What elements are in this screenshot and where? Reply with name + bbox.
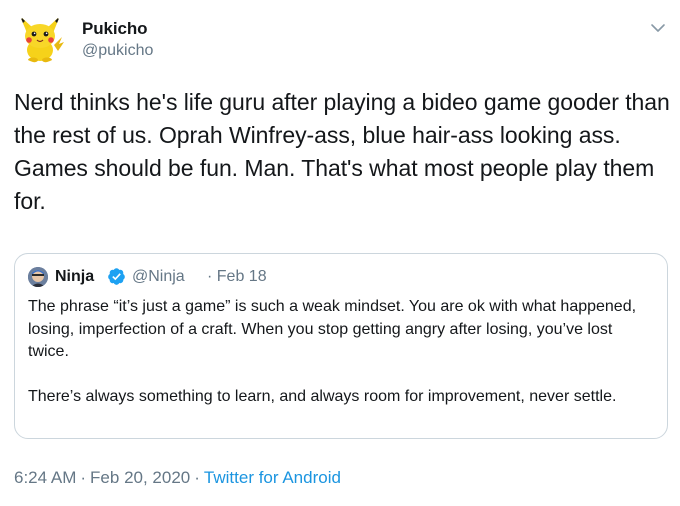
tweet-meta: 6:24 AM · Feb 20, 2020 · Twitter for Android	[14, 468, 341, 488]
tweet-source-link[interactable]: Twitter for Android	[204, 468, 341, 487]
quoted-author-avatar[interactable]	[28, 267, 48, 287]
quoted-tweet-paragraph: The phrase “it’s just a game” is such a …	[28, 298, 637, 360]
tweet-date[interactable]: Feb 20, 2020	[90, 468, 190, 487]
meta-separator: ·	[80, 468, 87, 487]
pikachu-avatar-icon	[14, 11, 66, 63]
tweet: Pukicho @pukicho Nerd thinks he's life g…	[0, 0, 680, 506]
tweet-text: Nerd thinks he's life guru after playing…	[14, 89, 670, 214]
quoted-author-display-name[interactable]: Ninja	[55, 268, 94, 286]
quoted-tweet[interactable]: Ninja @Ninja · Feb 18 The phrase “it’s j…	[14, 253, 668, 439]
tweet-time[interactable]: 6:24 AM	[14, 468, 76, 487]
quoted-tweet-paragraph: There’s always something to learn, and a…	[28, 387, 617, 405]
author-display-name[interactable]: Pukicho	[82, 19, 148, 39]
author-avatar[interactable]	[14, 11, 66, 63]
ninja-avatar-icon	[28, 267, 48, 287]
quoted-author-handle[interactable]: @Ninja	[132, 268, 185, 286]
chevron-down-icon	[651, 24, 665, 32]
meta-separator: ·	[194, 468, 200, 487]
author-handle[interactable]: @pukicho	[82, 42, 153, 60]
verified-badge-icon	[107, 267, 126, 286]
quoted-tweet-text: The phrase “it’s just a game” is such a …	[28, 296, 656, 408]
tweet-menu-button[interactable]	[648, 18, 668, 38]
quoted-tweet-date[interactable]: · Feb 18	[207, 268, 267, 286]
